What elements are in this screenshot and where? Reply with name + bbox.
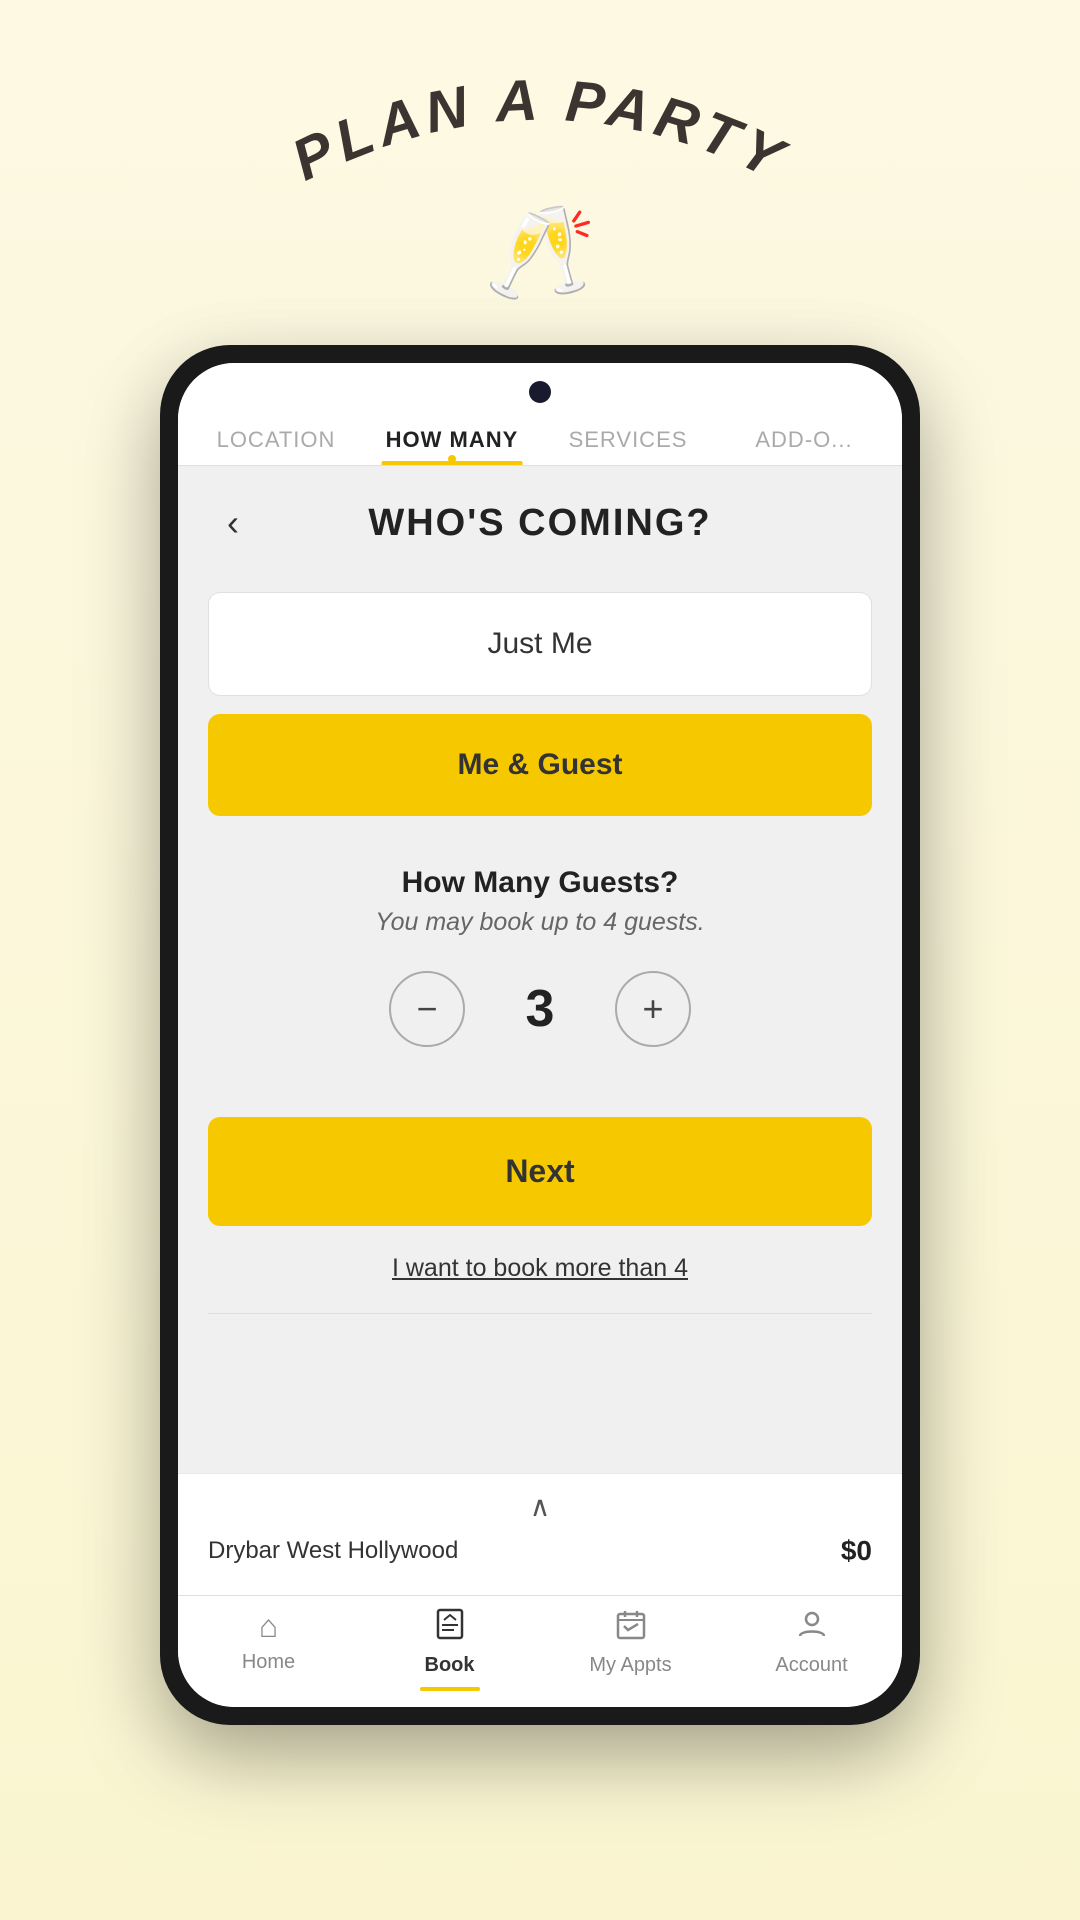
counter-row: − 3 + [389,971,691,1047]
notch-area [178,363,902,411]
phone-frame: LOCATION HOW MANY SERVICES ADD-O... ‹ WH… [160,345,920,1725]
tab-bar: LOCATION HOW MANY SERVICES ADD-O... [178,411,902,466]
nav-account[interactable]: Account [721,1608,902,1691]
top-section: PLAN A PARTY 🥂 [260,0,820,305]
back-button[interactable]: ‹ [208,498,258,548]
options-section: Just Me Me & Guest [178,572,902,836]
bottom-nav: ⌂ Home Book [178,1595,902,1707]
phone-screen: LOCATION HOW MANY SERVICES ADD-O... ‹ WH… [178,363,902,1707]
location-name: Drybar West Hollywood [208,1537,458,1565]
plan-a-party-arc: PLAN A PARTY [260,80,820,200]
guests-subtitle: You may book up to 4 guests. [375,908,704,937]
tab-how-many[interactable]: HOW MANY [364,411,540,465]
nav-home[interactable]: ⌂ Home [178,1608,359,1691]
price-label: $0 [841,1535,872,1567]
header-row: ‹ WHO'S COMING? [178,466,902,572]
divider [208,1313,872,1314]
nav-my-appts[interactable]: My Appts [540,1608,721,1691]
next-button[interactable]: Next [208,1117,872,1226]
nav-my-appts-label: My Appts [589,1654,671,1677]
me-and-guest-button[interactable]: Me & Guest [208,714,872,816]
tab-services[interactable]: SERVICES [540,411,716,465]
calendar-icon [615,1608,647,1648]
guests-section: How Many Guests? You may book up to 4 gu… [178,836,902,1107]
camera-dot [529,381,551,403]
chevron-up-icon: ∧ [530,1490,551,1523]
content-area: ‹ WHO'S COMING? Just Me Me & Guest How M… [178,466,902,1473]
champagne-icon: 🥂 [484,200,596,305]
account-icon [796,1608,828,1648]
book-icon [434,1608,466,1648]
tab-indicator [448,455,456,463]
svg-text:PLAN A PARTY: PLAN A PARTY [282,80,798,193]
nav-book-label: Book [425,1654,475,1677]
tab-addons[interactable]: ADD-O... [716,411,892,465]
location-row: Drybar West Hollywood $0 [208,1535,872,1575]
guest-count: 3 [515,979,565,1039]
nav-book[interactable]: Book [359,1608,540,1691]
book-more-link[interactable]: I want to book more than 4 [178,1236,902,1313]
nav-account-label: Account [775,1654,847,1677]
increment-button[interactable]: + [615,971,691,1047]
plus-icon: + [642,988,663,1030]
back-icon: ‹ [227,502,239,544]
tab-location[interactable]: LOCATION [188,411,364,465]
page-title: WHO'S COMING? [258,502,822,545]
home-icon: ⌂ [259,1608,278,1645]
minus-icon: − [416,988,437,1030]
just-me-button[interactable]: Just Me [208,592,872,696]
nav-home-label: Home [242,1651,295,1674]
decrement-button[interactable]: − [389,971,465,1047]
bottom-bar: ∧ Drybar West Hollywood $0 [178,1473,902,1595]
expand-handle[interactable]: ∧ [208,1490,872,1523]
guests-title: How Many Guests? [402,866,679,900]
